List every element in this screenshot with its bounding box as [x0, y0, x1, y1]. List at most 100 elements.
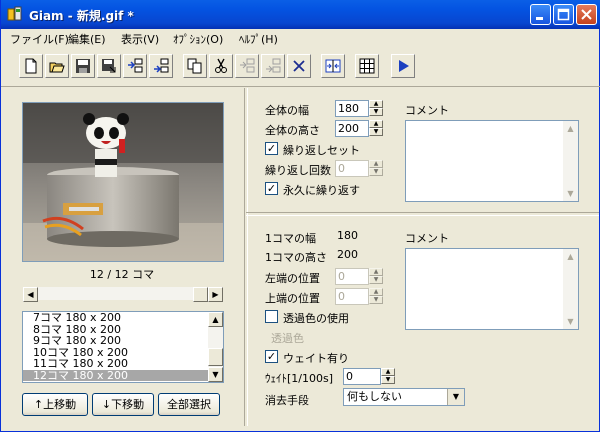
frame-top-input[interactable]: 0 — [335, 288, 369, 305]
loop-forever-checkbox[interactable]: ✓ — [265, 182, 278, 195]
frame-width-value: 180 — [335, 228, 369, 245]
frame-top-label: 上端の位置 — [265, 292, 320, 305]
loop-count-input[interactable]: 0 — [335, 160, 369, 177]
minimize-button[interactable] — [530, 4, 551, 25]
paste-after-button[interactable] — [261, 54, 285, 78]
maximize-button[interactable] — [553, 4, 574, 25]
list-item-selected[interactable]: 12コマ 180 x 200 — [23, 369, 223, 381]
arrow-up-icon: ▲ — [567, 124, 574, 133]
split-button[interactable] — [321, 54, 345, 78]
global-comment-textarea[interactable]: ▲ ▼ — [405, 120, 579, 202]
cut-button[interactable] — [209, 54, 233, 78]
save-icon — [76, 59, 90, 73]
save-button[interactable] — [71, 54, 95, 78]
canvas-width-spinner[interactable]: ▲ ▼ — [369, 100, 383, 117]
wait-label: ウェイト有り — [283, 352, 349, 365]
copy-button[interactable] — [183, 54, 207, 78]
title-bar[interactable]: Giam - 新規.gif * — [1, 0, 600, 29]
frame-top-spinner[interactable]: ▲ ▼ — [369, 288, 383, 305]
insert-before-icon — [128, 58, 143, 73]
menu-options[interactable]: ｵﾌﾟｼｮﾝ(O) — [173, 31, 223, 47]
frame-list[interactable]: 7コマ 180 x 200 8コマ 180 x 200 9コマ 180 x 20… — [22, 311, 224, 383]
scroll-thumb[interactable] — [193, 287, 208, 302]
copy-icon — [187, 58, 202, 74]
split-icon — [325, 59, 341, 73]
frame-height-value: 200 — [335, 247, 369, 264]
window-title: Giam - 新規.gif * — [29, 9, 134, 23]
scroll-down-button[interactable]: ▼ — [208, 367, 223, 382]
comment-scrollbar[interactable]: ▲ ▼ — [563, 121, 578, 201]
insert-after-icon — [154, 58, 169, 73]
wait-time-input[interactable]: 0 — [343, 368, 381, 385]
frame-left-label: 左端の位置 — [265, 272, 320, 285]
disposal-select[interactable]: 何もしない ▼ — [343, 388, 465, 406]
arrow-down-icon: ▼ — [567, 317, 574, 326]
paste-after-disabled-icon — [266, 58, 281, 73]
canvas-height-input[interactable]: 200 — [335, 120, 369, 137]
play-button[interactable] — [391, 54, 415, 78]
move-up-button[interactable]: ↑上移動 — [22, 393, 88, 416]
select-all-button[interactable]: 全部選択 — [158, 393, 220, 416]
loop-count-spinner[interactable]: ▲ ▼ — [369, 160, 383, 177]
menu-bar: ファイル(F) 編集(E) 表示(V) ｵﾌﾟｼｮﾝ(O) ﾍﾙﾌﾟ(H) — [1, 29, 600, 47]
scroll-up-button[interactable]: ▲ — [208, 312, 223, 327]
loop-set-checkbox[interactable]: ✓ — [265, 142, 278, 155]
list-item[interactable]: 7コマ 180 x 200 — [23, 312, 223, 324]
app-icon — [7, 6, 22, 21]
save-as-button[interactable] — [97, 54, 121, 78]
scroll-right-button[interactable]: ▶ — [208, 287, 223, 302]
arrow-up-icon: ▲ — [567, 252, 574, 261]
close-button[interactable] — [576, 4, 597, 25]
menu-view[interactable]: 表示(V) — [121, 31, 159, 47]
move-down-button[interactable]: ↓下移動 — [92, 393, 154, 416]
save-as-icon — [102, 59, 116, 73]
frame-left-spinner[interactable]: ▲ ▼ — [369, 268, 383, 285]
arrow-up-icon: ▲ — [212, 315, 219, 324]
transparent-checkbox[interactable] — [265, 310, 278, 323]
property-divider — [246, 212, 599, 216]
insert-after-button[interactable] — [149, 54, 173, 78]
new-file-icon — [25, 58, 37, 74]
comment-scrollbar[interactable]: ▲ ▼ — [563, 249, 578, 329]
wait-time-label: ｳｪｲﾄ[1/100s] — [265, 372, 334, 385]
canvas-width-label: 全体の幅 — [265, 104, 309, 117]
frame-scrollbar[interactable]: ◀ ▶ — [22, 286, 223, 302]
insert-before-button[interactable] — [123, 54, 147, 78]
toolbar-divider — [1, 86, 600, 87]
canvas-height-spinner[interactable]: ▲ ▼ — [369, 120, 383, 137]
cut-icon — [215, 58, 227, 73]
canvas-height-label: 全体の高さ — [265, 124, 320, 137]
frame-left-input[interactable]: 0 — [335, 268, 369, 285]
menu-edit[interactable]: 編集(E) — [68, 31, 106, 47]
menu-file[interactable]: ファイル(F) — [10, 31, 69, 47]
scroll-left-button[interactable]: ◀ — [23, 287, 38, 302]
open-button[interactable] — [45, 54, 69, 78]
new-file-button[interactable] — [19, 54, 43, 78]
list-scrollbar[interactable]: ▲ ▼ — [208, 312, 223, 382]
app-window: Giam - 新規.gif * ファイル(F) 編集(E) 表示(V) ｵﾌﾟｼ… — [0, 0, 600, 432]
arrow-left-icon: ◀ — [27, 290, 34, 299]
transparent-color-label: 透過色 — [271, 332, 304, 345]
toolbar — [5, 50, 597, 84]
grid-icon — [359, 58, 375, 74]
minimize-icon — [536, 17, 543, 20]
wait-time-spinner[interactable]: ▲ ▼ — [381, 368, 395, 385]
frame-comment-textarea[interactable]: ▲ ▼ — [405, 248, 579, 330]
canvas-width-input[interactable]: 180 — [335, 100, 369, 117]
list-item[interactable]: 9コマ 180 x 200 — [23, 335, 223, 347]
wait-checkbox[interactable]: ✓ — [265, 350, 278, 363]
menu-help[interactable]: ﾍﾙﾌﾟ(H) — [239, 31, 278, 47]
paste-button[interactable] — [235, 54, 259, 78]
frame-height-label: 1コマの高さ — [265, 251, 327, 264]
open-folder-icon — [49, 62, 65, 73]
loop-forever-label: 永久に繰り返す — [283, 184, 360, 197]
chevron-down-icon[interactable]: ▼ — [447, 389, 464, 405]
panel-divider — [244, 88, 248, 426]
list-item[interactable]: 11コマ 180 x 200 — [23, 358, 223, 370]
preview-image — [23, 103, 223, 261]
delete-icon — [293, 60, 305, 72]
scroll-thumb[interactable] — [208, 348, 223, 366]
frame-preview — [22, 102, 224, 262]
delete-button[interactable] — [287, 54, 311, 78]
grid-button[interactable] — [355, 54, 379, 78]
